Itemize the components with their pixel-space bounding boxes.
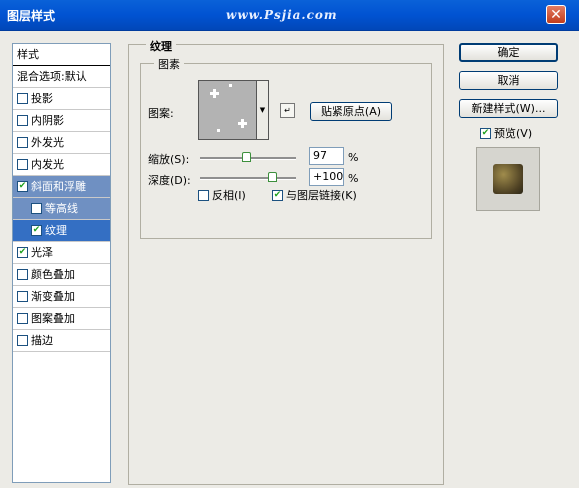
styles-list-header[interactable]: 样式	[13, 44, 110, 66]
styles-list-item[interactable]: ✔ 斜面和浮雕	[13, 176, 110, 198]
styles-list-item-label: 光泽	[31, 246, 53, 259]
new-style-button[interactable]: 新建样式(W)...	[459, 99, 558, 118]
depth-unit: %	[348, 172, 359, 185]
styles-list-item[interactable]: 内发光	[13, 154, 110, 176]
styles-list-item[interactable]: 等高线	[13, 198, 110, 220]
styles-list-item-label: 图案叠加	[31, 312, 75, 325]
style-checkbox[interactable]	[17, 158, 28, 170]
styles-list-item-label: 等高线	[45, 202, 78, 215]
depth-input[interactable]: +100	[309, 168, 344, 186]
styles-list-item[interactable]: 外发光	[13, 132, 110, 154]
style-preview-swatch	[493, 164, 523, 194]
styles-list-item-label: 混合选项:默认	[17, 70, 87, 83]
invert-checkbox[interactable]	[198, 189, 209, 201]
styles-list-item[interactable]: 图案叠加	[13, 308, 110, 330]
style-checkbox[interactable]: ✔	[17, 246, 28, 258]
preview-checkbox[interactable]: ✔	[480, 127, 491, 139]
depth-label: 深度(D):	[148, 174, 191, 187]
preview-label: 预览(V)	[494, 127, 533, 140]
link-with-layer-checkbox[interactable]: ✔	[272, 189, 283, 201]
styles-list-item-label: 纹理	[45, 224, 67, 237]
styles-list: 样式 混合选项:默认 投影 内阴影 外发光 内发光 ✔ 斜面和浮雕 等高线 ✔ 纹理 ✔ 光泽 颜色叠加…	[12, 43, 111, 483]
title-bar[interactable]: 图层样式 www.Psjia.com ✕	[0, 0, 579, 31]
styles-list-item[interactable]: 颜色叠加	[13, 264, 110, 286]
style-checkbox[interactable]: ✔	[17, 180, 28, 192]
style-checkbox[interactable]	[17, 312, 28, 324]
scale-input[interactable]: 97	[309, 147, 344, 165]
snap-to-origin-button[interactable]: 贴紧原点(A)	[310, 102, 392, 121]
style-checkbox[interactable]	[17, 290, 28, 302]
styles-list-item[interactable]: 混合选项:默认	[13, 66, 110, 88]
depth-slider-thumb[interactable]	[268, 172, 277, 182]
styles-list-item[interactable]: 投影	[13, 88, 110, 110]
pattern-swatch[interactable]	[198, 80, 257, 140]
preview-checkbox-row[interactable]: ✔ 预览(V)	[480, 125, 532, 141]
cancel-button[interactable]: 取消	[459, 71, 558, 90]
style-checkbox[interactable]: ✔	[31, 224, 42, 236]
styles-list-item[interactable]: ✔ 光泽	[13, 242, 110, 264]
scale-slider-thumb[interactable]	[242, 152, 252, 162]
depth-slider-track[interactable]	[200, 177, 296, 180]
link-with-layer-label: 与图层链接(K)	[286, 189, 357, 202]
styles-list-item-label: 斜面和浮雕	[31, 180, 86, 193]
elements-group-title: 图素	[154, 56, 184, 72]
window-title: 图层样式	[7, 9, 56, 23]
pattern-dropdown-arrow[interactable]: ▼	[257, 80, 269, 140]
styles-list-item-label: 投影	[31, 92, 53, 105]
style-checkbox[interactable]	[31, 202, 42, 214]
scale-unit: %	[348, 151, 359, 164]
chevron-down-icon: ▼	[259, 106, 266, 114]
pattern-label: 图案:	[148, 107, 174, 120]
close-button[interactable]: ✕	[546, 5, 566, 24]
styles-list-item-label: 渐变叠加	[31, 290, 75, 303]
style-checkbox[interactable]	[17, 136, 28, 148]
watermark: www.Psjia.com	[226, 8, 338, 22]
style-checkbox[interactable]	[17, 114, 28, 126]
invert-checkbox-row[interactable]: 反相(I)	[198, 187, 246, 203]
style-checkbox[interactable]	[17, 92, 28, 104]
invert-label: 反相(I)	[212, 189, 246, 202]
styles-list-item-label: 内阴影	[31, 114, 64, 127]
pattern-preview	[210, 84, 247, 132]
close-icon: ✕	[550, 7, 562, 23]
style-preview	[476, 147, 540, 211]
ok-button[interactable]: 确定	[459, 43, 558, 62]
styles-list-item[interactable]: 渐变叠加	[13, 286, 110, 308]
scale-label: 缩放(S):	[148, 153, 190, 166]
new-preset-icon[interactable]: ↵	[280, 103, 295, 118]
styles-list-item-label: 内发光	[31, 158, 64, 171]
style-checkbox[interactable]	[17, 334, 28, 346]
link-checkbox-row[interactable]: ✔ 与图层链接(K)	[272, 187, 357, 203]
styles-list-item-label: 外发光	[31, 136, 64, 149]
styles-list-item-label: 颜色叠加	[31, 268, 75, 281]
styles-list-item-label: 描边	[31, 334, 53, 347]
styles-list-item[interactable]: 描边	[13, 330, 110, 352]
styles-list-item[interactable]: ✔ 纹理	[13, 220, 110, 242]
style-checkbox[interactable]	[17, 268, 28, 280]
styles-list-item[interactable]: 内阴影	[13, 110, 110, 132]
texture-group-title: 纹理	[146, 38, 176, 54]
